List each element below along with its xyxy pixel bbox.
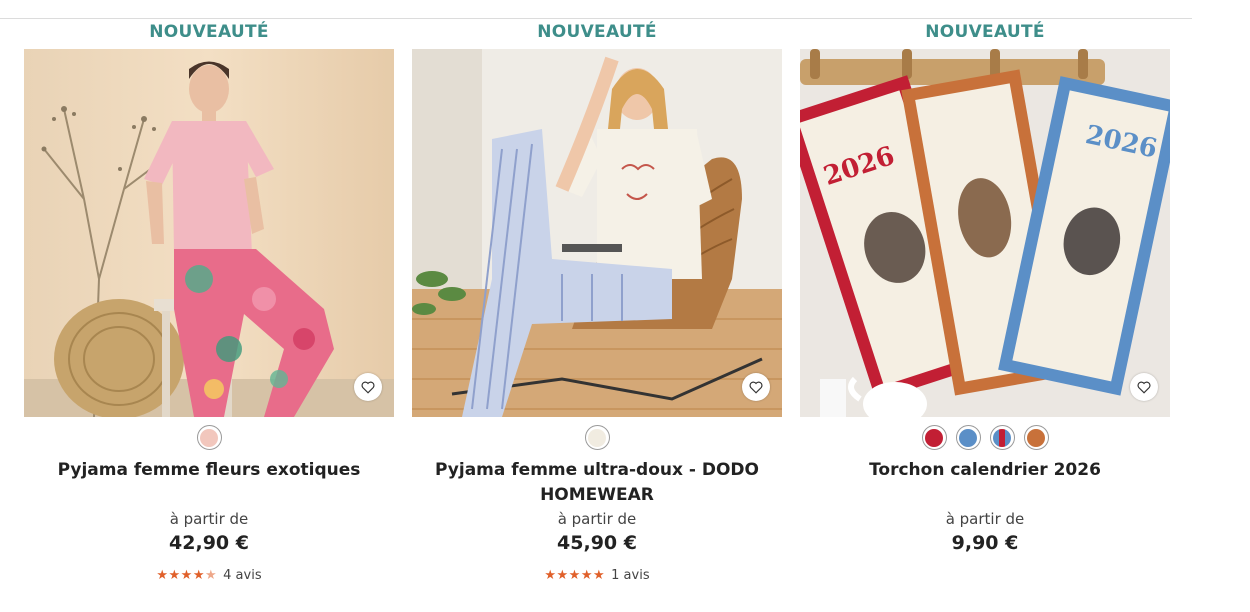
- heart-outline-icon: [749, 381, 763, 394]
- heart-outline-icon: [361, 381, 375, 394]
- product-price: 45,90 €: [557, 532, 637, 554]
- new-badge: NOUVEAUTÉ: [149, 22, 269, 42]
- product-card-2: NOUVEAUTÉ Pyjama femme ultra-doux - DODO…: [412, 0, 782, 612]
- review-count: 4 avis: [223, 568, 262, 583]
- color-swatches: [800, 425, 1170, 450]
- add-to-favorites-button[interactable]: [742, 373, 770, 401]
- product-card-1: NOUVEAUTÉ Pyjama femme fleurs exotiques …: [24, 0, 394, 612]
- star-rating-icon: ★★★★★: [544, 568, 606, 583]
- price-prefix: à partir de: [169, 510, 249, 528]
- color-swatch-orange[interactable]: [1023, 425, 1049, 450]
- price-prefix: à partir de: [945, 510, 1025, 528]
- rating[interactable]: ★★★★★ 1 avis: [412, 568, 782, 583]
- product-title[interactable]: Torchon calendrier 2026: [810, 458, 1160, 483]
- product-card-3: NOUVEAUTÉ 2026 2026 Torchon calendrier 2…: [800, 0, 1170, 612]
- color-swatches: [24, 425, 394, 450]
- color-swatches: [412, 425, 782, 450]
- product-title[interactable]: Pyjama femme fleurs exotiques: [34, 458, 384, 483]
- color-swatch-blue[interactable]: [955, 425, 981, 450]
- star-rating-icon: ★★★★★: [156, 568, 218, 583]
- add-to-favorites-button[interactable]: [1130, 373, 1158, 401]
- product-image[interactable]: [24, 49, 394, 417]
- rating[interactable]: ★★★★★ 4 avis: [24, 568, 394, 583]
- new-badge: NOUVEAUTÉ: [537, 22, 657, 42]
- product-price: 9,90 €: [951, 532, 1019, 554]
- product-price: 42,90 €: [169, 532, 249, 554]
- product-image[interactable]: [412, 49, 782, 417]
- new-badge: NOUVEAUTÉ: [925, 22, 1045, 42]
- review-count: 1 avis: [611, 568, 650, 583]
- heart-outline-icon: [1137, 381, 1151, 394]
- product-image[interactable]: 2026 2026: [800, 49, 1170, 417]
- product-title[interactable]: Pyjama femme ultra-doux - DODO HOMEWEAR: [422, 458, 772, 508]
- color-swatch[interactable]: [196, 425, 222, 450]
- color-swatch-red-blue[interactable]: [989, 425, 1015, 450]
- color-swatch-red[interactable]: [921, 425, 947, 450]
- add-to-favorites-button[interactable]: [354, 373, 382, 401]
- color-swatch[interactable]: [584, 425, 610, 450]
- price-prefix: à partir de: [557, 510, 637, 528]
